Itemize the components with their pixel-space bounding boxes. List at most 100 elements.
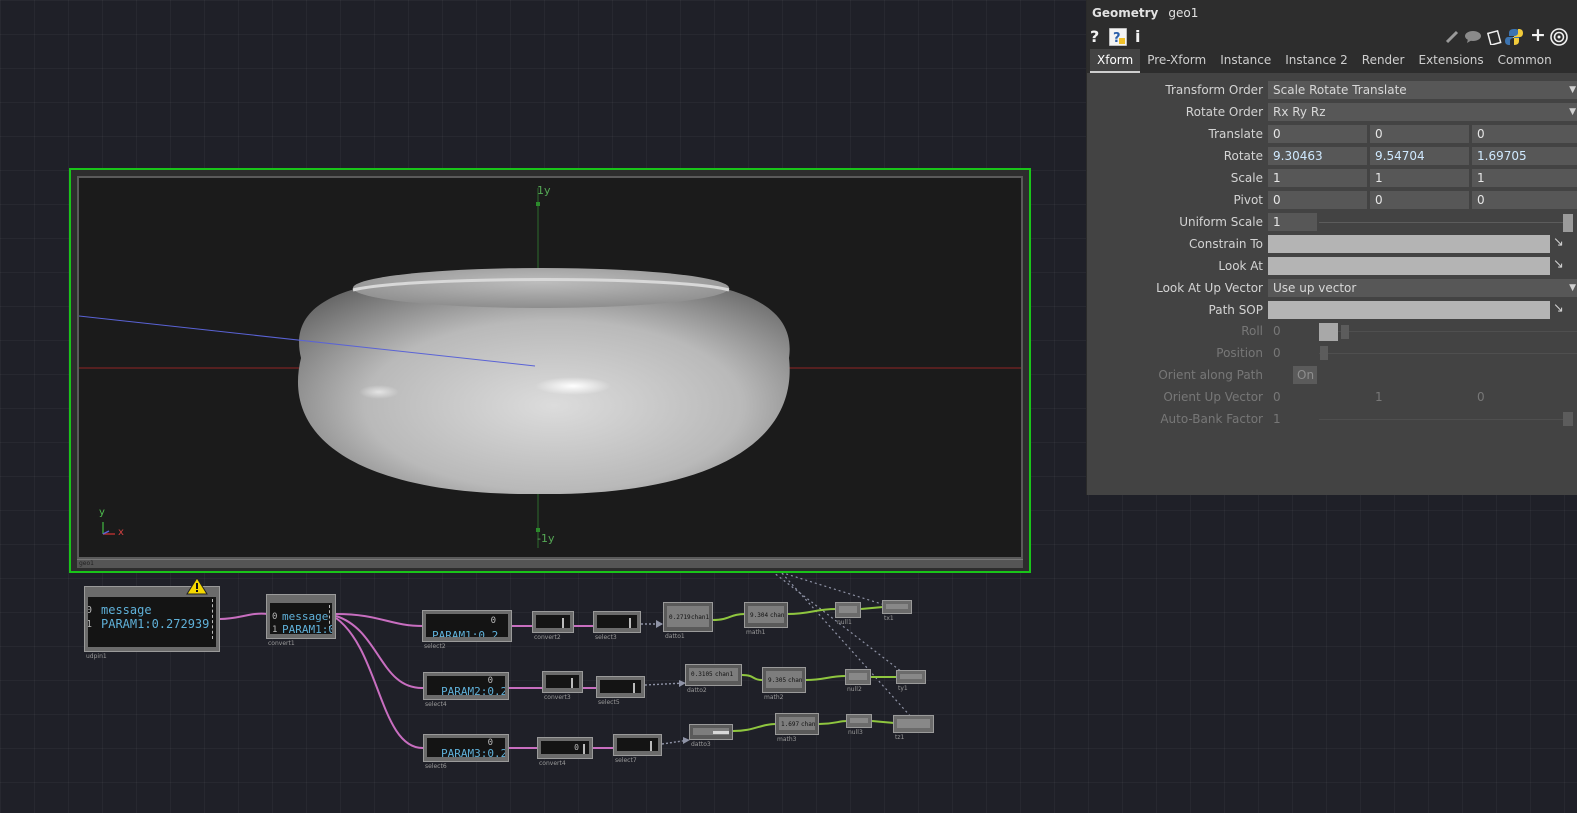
pivot-z-field[interactable]: 0: [1472, 191, 1577, 209]
row2-datto-caption: datto2: [687, 687, 707, 694]
row2-select-b-node[interactable]: select5: [596, 676, 645, 706]
transform-order-menu[interactable]: Scale Rotate Translate ▼: [1268, 81, 1577, 99]
convert-main-node[interactable]: 0 message 1 PARAM1:0. convert1: [266, 594, 336, 647]
row3-null-caption: null3: [848, 729, 863, 736]
roll-slider-handle[interactable]: [1319, 323, 1338, 341]
help-icon[interactable]: ?: [1090, 27, 1099, 46]
roll-slider[interactable]: [1319, 331, 1577, 332]
uniform-scale-slider[interactable]: [1319, 222, 1567, 223]
row2-select-node[interactable]: 0 PARAM2:0.2 select4: [423, 672, 509, 708]
parameter-panel: Geometry geo1 ? ? i + Xform Pre-Xform In…: [1086, 0, 1577, 495]
orient-up-vector-x[interactable]: 0: [1273, 390, 1281, 404]
convert-main-caption: convert1: [268, 640, 295, 647]
look-at-up-vector-label: Look At Up Vector: [1156, 281, 1263, 295]
row3-out-node[interactable]: tz1: [893, 715, 934, 741]
row2-math-node[interactable]: 9.305 chan1 math2: [762, 667, 806, 701]
row1-math-node[interactable]: 9.304 chan1 math1: [744, 602, 788, 636]
orient-along-path-toggle[interactable]: On: [1293, 366, 1317, 384]
row2-null-node[interactable]: null2: [845, 669, 871, 693]
scale-y-field[interactable]: 1: [1370, 169, 1469, 187]
comment-icon[interactable]: [1464, 30, 1482, 44]
udpin-node[interactable]: 0 message 1 PARAM1:0.272939 udpin1: [84, 586, 220, 660]
path-sop-field[interactable]: [1268, 301, 1550, 319]
udpin-row-0-index: 0: [88, 605, 93, 616]
param-scale: Scale 1 1 1: [1087, 168, 1577, 188]
pencil-icon[interactable]: [1445, 30, 1459, 44]
pivot-y-field[interactable]: 0: [1370, 191, 1469, 209]
position-value[interactable]: 0: [1273, 346, 1281, 360]
auto-bank-factor-slider[interactable]: [1319, 419, 1567, 420]
row2-null-caption: null2: [847, 686, 862, 693]
look-at-up-vector-menu[interactable]: Use up vector ▼: [1268, 279, 1577, 297]
viewport-canvas[interactable]: [79, 178, 1021, 557]
row3-select-node[interactable]: 0 PARAM3:0.2 select6: [423, 734, 509, 770]
tab-pre-xform[interactable]: Pre-Xform: [1140, 49, 1213, 73]
warning-icon[interactable]: [186, 577, 208, 595]
translate-z-field[interactable]: 0: [1472, 125, 1577, 143]
row3-select-b-node[interactable]: select7: [613, 734, 662, 764]
clipboard-icon[interactable]: [1486, 29, 1502, 45]
orient-up-vector-label: Orient Up Vector: [1163, 390, 1263, 404]
position-slider[interactable]: [1319, 353, 1577, 354]
row2-out-node[interactable]: ty1: [896, 670, 926, 692]
python-icon[interactable]: [1505, 28, 1523, 46]
pivot-x-field[interactable]: 0: [1268, 191, 1367, 209]
add-icon[interactable]: +: [1530, 24, 1546, 46]
tab-instance[interactable]: Instance: [1213, 49, 1278, 73]
row1-out-node[interactable]: tx1: [882, 600, 912, 622]
link-arrow-icon[interactable]: ↘: [1553, 257, 1564, 272]
uniform-scale-field[interactable]: 1: [1268, 213, 1317, 231]
tab-render[interactable]: Render: [1355, 49, 1412, 73]
row2-math-value: 9.305: [768, 677, 787, 684]
rotate-x-field[interactable]: 9.30463: [1268, 147, 1367, 165]
translate-y-field[interactable]: 0: [1370, 125, 1469, 143]
row1-datto-node[interactable]: 0.2719 chan1 datto1: [663, 602, 713, 640]
target-icon[interactable]: [1550, 28, 1568, 46]
row1-convert-node[interactable]: convert2: [532, 611, 574, 641]
path-sop-label: Path SOP: [1208, 303, 1263, 317]
row3-null-node[interactable]: null3: [846, 714, 872, 736]
param-position: Position 0: [1087, 343, 1577, 363]
row2-convert-node[interactable]: convert3: [542, 671, 583, 701]
tab-common[interactable]: Common: [1491, 49, 1559, 73]
row3-convert-node[interactable]: 0 convert4: [537, 737, 593, 767]
row1-null-caption: null1: [837, 619, 852, 626]
uniform-scale-slider-handle[interactable]: [1563, 214, 1573, 232]
panel-header: Geometry geo1: [1087, 0, 1577, 25]
row1-select-node[interactable]: 0 PARAM1:0.2 select2: [422, 610, 512, 650]
pivot-label: Pivot: [1233, 193, 1263, 207]
chevron-down-icon: ▼: [1569, 107, 1576, 117]
operator-name[interactable]: geo1: [1168, 6, 1198, 20]
roll-value[interactable]: 0: [1273, 324, 1281, 338]
rotate-order-menu[interactable]: Rx Ry Rz ▼: [1268, 103, 1577, 121]
axis-gizmo: [102, 522, 115, 535]
position-slider-handle[interactable]: [1320, 346, 1328, 360]
look-at-field[interactable]: [1268, 257, 1550, 275]
rotate-y-field[interactable]: 9.54704: [1370, 147, 1469, 165]
tab-xform[interactable]: Xform: [1090, 49, 1141, 73]
scale-x-field[interactable]: 1: [1268, 169, 1367, 187]
python-help-icon[interactable]: ?: [1109, 28, 1127, 46]
row3-math-node[interactable]: 1.697 chan1 math3: [775, 713, 819, 743]
row1-null-node[interactable]: null1: [835, 602, 861, 626]
info-icon[interactable]: i: [1135, 27, 1140, 46]
geometry-viewer[interactable]: 1y -1y y x geo1: [69, 168, 1031, 573]
row3-datto-node[interactable]: datto3: [689, 724, 733, 748]
row2-datto-node[interactable]: 0.3105 chan1 datto2: [685, 664, 742, 694]
constrain-to-field[interactable]: [1268, 235, 1550, 253]
viewport[interactable]: 1y -1y y x: [77, 176, 1023, 559]
tab-instance-2[interactable]: Instance 2: [1278, 49, 1355, 73]
orient-up-vector-y[interactable]: 1: [1375, 390, 1383, 404]
link-arrow-icon[interactable]: ↘: [1553, 301, 1564, 316]
row1-select-b-node[interactable]: select3: [593, 611, 641, 641]
rotate-z-field[interactable]: 1.69705: [1472, 147, 1577, 165]
link-arrow-icon[interactable]: ↘: [1553, 235, 1564, 250]
translate-x-field[interactable]: 0: [1268, 125, 1367, 143]
transform-order-value: Scale Rotate Translate: [1273, 83, 1407, 97]
orient-up-vector-z[interactable]: 0: [1477, 390, 1485, 404]
row1-select-b-caption: select3: [595, 634, 617, 641]
auto-bank-factor-value[interactable]: 1: [1273, 412, 1281, 426]
scale-z-field[interactable]: 1: [1472, 169, 1577, 187]
tab-extensions[interactable]: Extensions: [1412, 49, 1491, 73]
auto-bank-factor-slider-handle[interactable]: [1563, 412, 1573, 426]
